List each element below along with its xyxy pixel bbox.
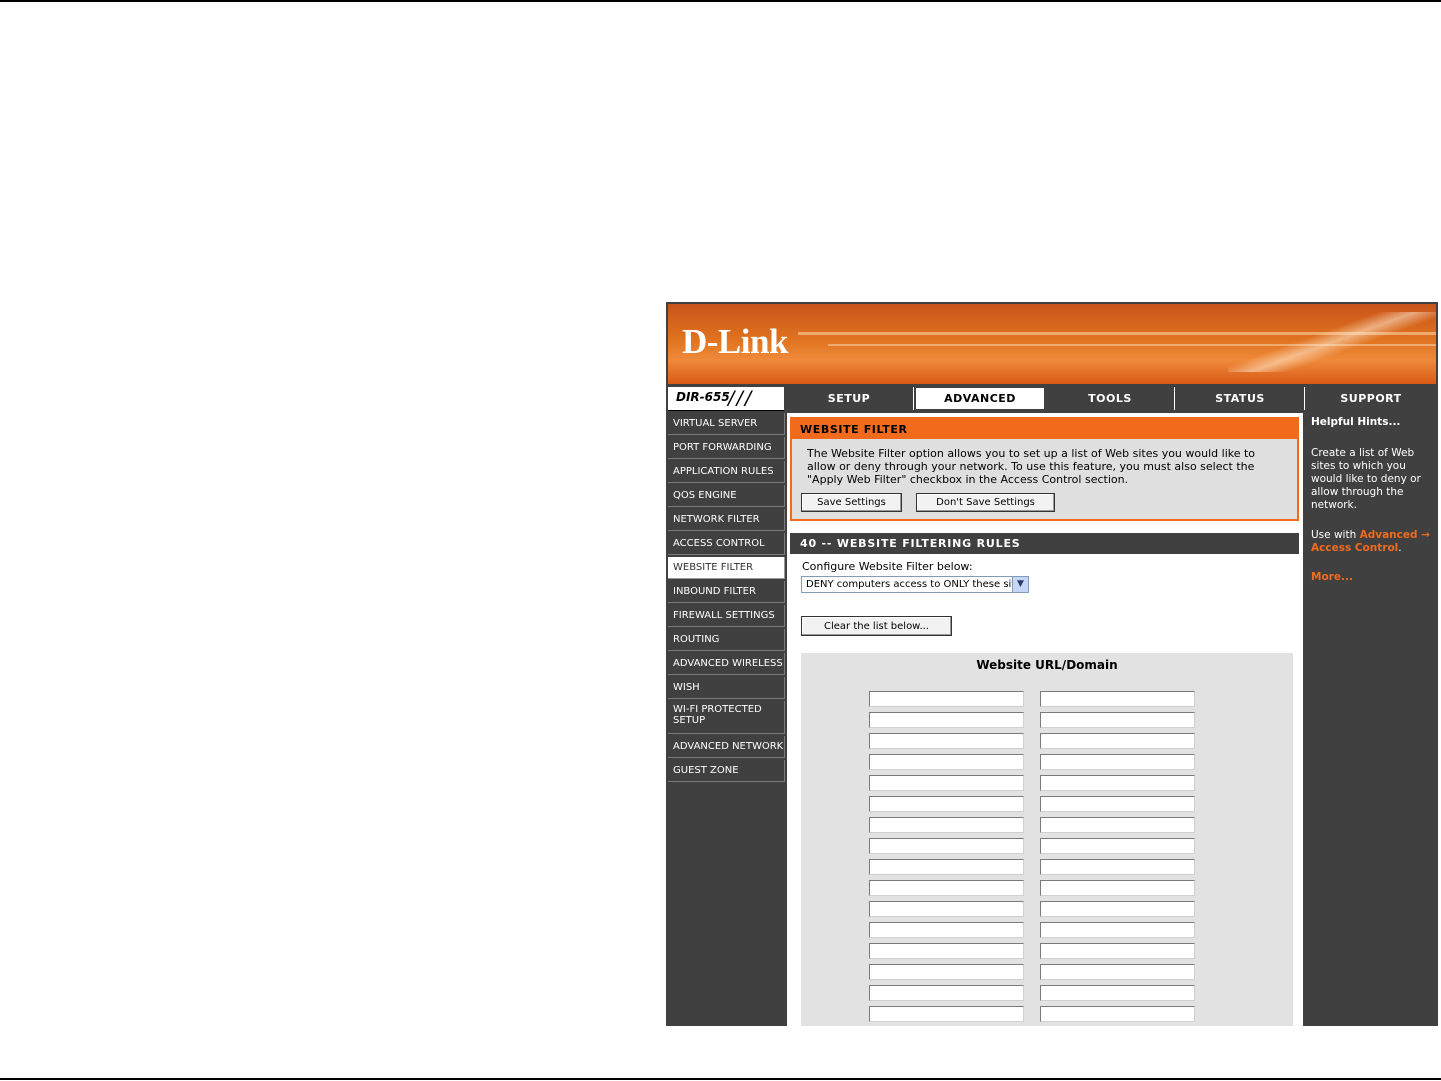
url-domain-input[interactable] [869,901,1024,917]
url-domain-input[interactable] [869,754,1024,770]
url-domain-column-title: Website URL/Domain [976,658,1118,672]
sidebar-item-access-control[interactable]: ACCESS CONTROL [668,533,785,555]
url-domain-input[interactable] [869,817,1024,833]
url-domain-input[interactable] [1040,754,1195,770]
sidebar-item-port-forwarding[interactable]: PORT FORWARDING [668,437,785,459]
url-domain-input[interactable] [869,691,1024,707]
sidebar-nav: VIRTUAL SERVER PORT FORWARDING APPLICATI… [668,413,785,784]
sidebar-item-firewall-settings[interactable]: FIREWALL SETTINGS [668,605,785,627]
top-nav-tabs: SETUP ADVANCED TOOLS STATUS SUPPORT [785,387,1436,410]
hints-title: Helpful Hints... [1311,416,1401,428]
sidebar-item-network-filter[interactable]: NETWORK FILTER [668,509,785,531]
filter-mode-select[interactable]: DENY computers access to ONLY these site… [801,576,1029,593]
helpful-hints-panel: Helpful Hints... Create a list of Web si… [1307,413,1436,1026]
more-link[interactable]: More... [1311,571,1353,584]
url-domain-input[interactable] [1040,712,1195,728]
hints-text: Create a list of Web sites to which you … [1311,447,1421,511]
url-domain-input[interactable] [869,712,1024,728]
clear-list-button[interactable]: Clear the list below... [801,616,952,636]
url-domain-input[interactable] [1040,880,1195,896]
tab-setup[interactable]: SETUP [785,387,914,410]
filter-mode-value: DENY computers access to ONLY these site… [806,579,1027,590]
sidebar-item-wifi-protected-setup[interactable]: WI-FI PROTECTED SETUP [668,701,785,734]
dont-save-settings-button[interactable]: Don't Save Settings [916,493,1055,512]
url-domain-input[interactable] [1040,859,1195,875]
hints-use-suffix: . [1398,542,1402,554]
tab-support[interactable]: SUPPORT [1306,387,1436,410]
model-label: DIR-655 [676,390,730,404]
url-domain-input[interactable] [869,859,1024,875]
banner-swoosh [1228,312,1436,372]
website-filter-title: WEBSITE FILTER [792,419,1297,439]
hints-use-with: Use with Advanced → Access Control. [1311,529,1435,555]
sidebar-item-inbound-filter[interactable]: INBOUND FILTER [668,581,785,603]
url-domain-input[interactable] [1040,1006,1195,1022]
sidebar-item-application-rules[interactable]: APPLICATION RULES [668,461,785,483]
website-filter-description: The Website Filter option allows you to … [807,447,1256,486]
sidebar-item-advanced-network[interactable]: ADVANCED NETWORK [668,736,785,758]
url-domain-input[interactable] [1040,733,1195,749]
url-domain-input[interactable] [869,733,1024,749]
sidebar-item-guest-zone[interactable]: GUEST ZONE [668,760,785,782]
url-domain-input[interactable] [1040,985,1195,1001]
url-domain-input[interactable] [1040,922,1195,938]
sidebar-item-wish[interactable]: WISH [668,677,785,699]
url-domain-input[interactable] [869,1006,1024,1022]
url-domain-input[interactable] [869,838,1024,854]
website-filter-box: WEBSITE FILTER The Website Filter option… [790,417,1299,521]
model-badge: DIR-655 / / / [668,387,784,411]
bottom-rule [0,1078,1441,1080]
url-domain-input[interactable] [1040,901,1195,917]
dlink-logo: D-Link [682,322,788,361]
sidebar-item-advanced-wireless[interactable]: ADVANCED WIRELESS [668,653,785,675]
configure-filter-label: Configure Website Filter below: [802,560,973,573]
hints-use-prefix: Use with [1311,529,1360,541]
url-domain-input[interactable] [869,796,1024,812]
url-domain-input[interactable] [869,985,1024,1001]
top-rule [0,0,1441,2]
url-domain-input[interactable] [1040,943,1195,959]
url-domain-input[interactable] [869,880,1024,896]
url-domain-input[interactable] [1040,964,1195,980]
url-domain-input[interactable] [869,943,1024,959]
url-domain-input[interactable] [1040,775,1195,791]
url-domain-panel: Website URL/Domain [801,653,1293,1026]
main-content: WEBSITE FILTER The Website Filter option… [787,413,1303,1026]
tab-status[interactable]: STATUS [1176,387,1305,410]
router-admin-screenshot: D-Link DIR-655 / / / SETUP ADVANCED TOOL… [666,302,1438,1026]
filtering-rules-title: 40 -- WEBSITE FILTERING RULES [790,533,1299,554]
url-domain-input[interactable] [869,964,1024,980]
url-domain-input[interactable] [869,775,1024,791]
url-domain-input[interactable] [1040,817,1195,833]
url-domain-input[interactable] [1040,838,1195,854]
chevron-down-icon[interactable]: ▼ [1012,577,1028,592]
sidebar-item-website-filter[interactable]: WEBSITE FILTER [668,557,785,579]
save-settings-button[interactable]: Save Settings [801,493,902,512]
tab-advanced[interactable]: ADVANCED [915,387,1045,410]
dlink-banner: D-Link [668,304,1436,384]
sidebar-item-routing[interactable]: ROUTING [668,629,785,651]
url-domain-input[interactable] [1040,691,1195,707]
model-slash-decoration: / / / [728,387,751,409]
tab-tools[interactable]: TOOLS [1046,387,1175,410]
url-domain-input[interactable] [1040,796,1195,812]
url-domain-input[interactable] [869,922,1024,938]
sidebar-item-virtual-server[interactable]: VIRTUAL SERVER [668,413,785,435]
sidebar-item-qos-engine[interactable]: QOS ENGINE [668,485,785,507]
